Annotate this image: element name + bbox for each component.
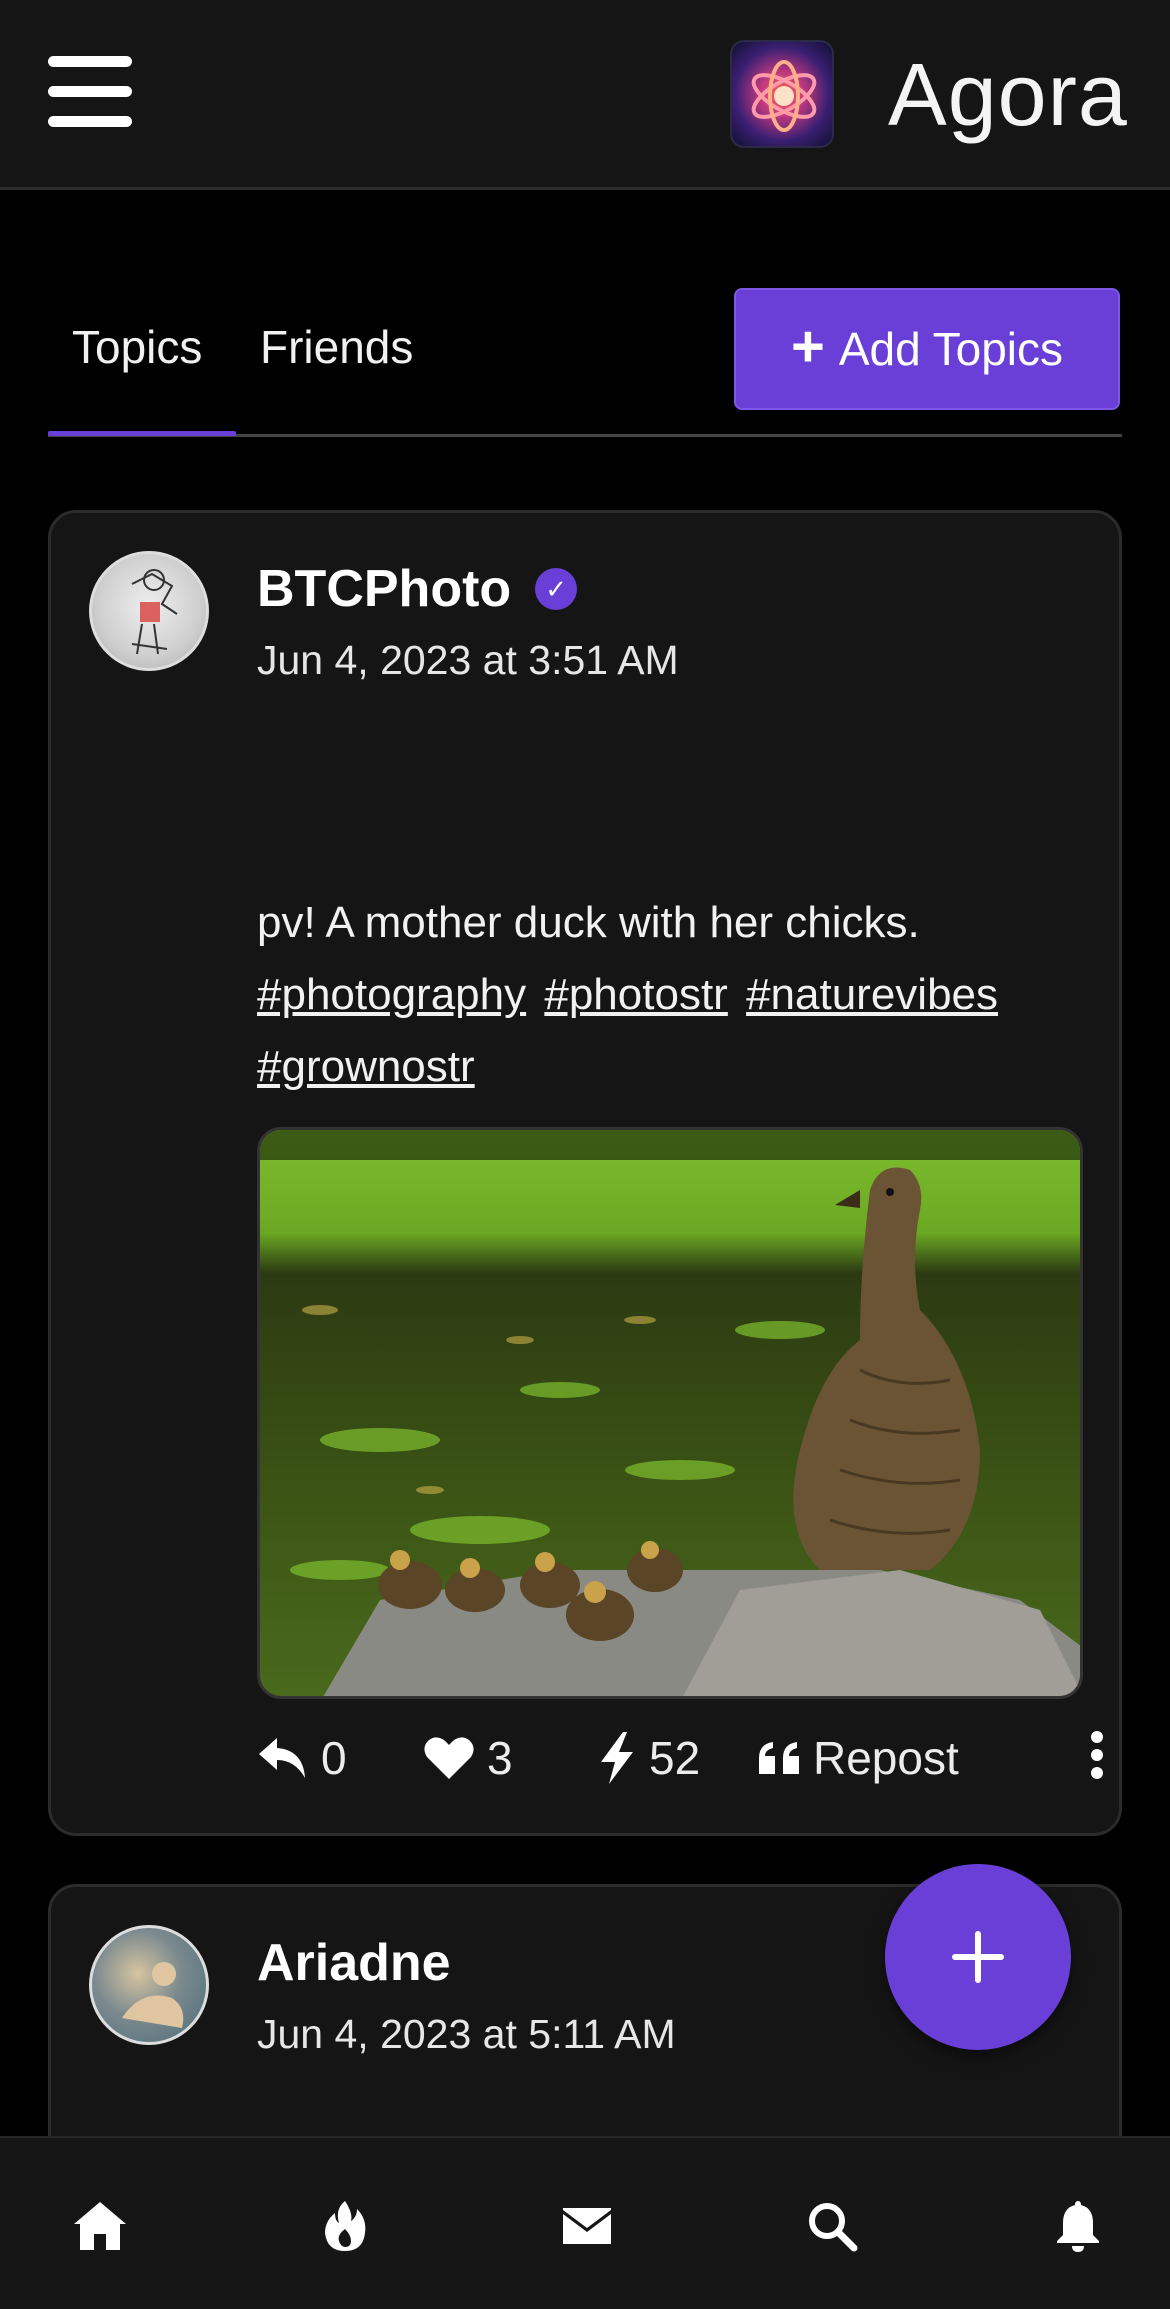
active-tab-indicator (48, 431, 236, 436)
more-options-button[interactable] (1089, 1731, 1105, 1779)
new-post-fab[interactable] (885, 1864, 1071, 2050)
home-icon[interactable] (68, 2194, 132, 2258)
plus-icon-stroke (975, 1931, 981, 1983)
plus-icon: + (790, 314, 825, 379)
app-header: Agora (0, 0, 1170, 190)
reply-icon (259, 1738, 305, 1778)
mail-icon[interactable] (555, 2194, 619, 2258)
app-title: Agora (888, 45, 1128, 144)
like-count: 3 (487, 1732, 513, 1784)
add-topics-label: Add Topics (838, 323, 1064, 375)
reply-button[interactable]: 0 (257, 1731, 347, 1785)
fire-icon[interactable] (313, 2194, 377, 2258)
hashtag-link[interactable]: #grownostr (257, 1042, 475, 1091)
bell-icon[interactable] (1046, 2194, 1110, 2258)
tab-friends[interactable]: Friends (260, 320, 413, 374)
hashtag-link[interactable]: #photostr (544, 970, 727, 1019)
hashtag-link[interactable]: #photography (257, 970, 526, 1019)
zap-count: 52 (649, 1732, 701, 1784)
hamburger-icon[interactable] (48, 56, 132, 128)
hashtag-link[interactable]: #naturevibes (746, 970, 998, 1019)
tab-bar: Topics Friends + Add Topics (48, 280, 1122, 438)
avatar[interactable] (89, 1925, 209, 2045)
add-topics-button[interactable]: + Add Topics (734, 288, 1120, 410)
post-card: BTCPhoto ✓ Jun 4, 2023 at 3:51 AM pv! A … (48, 510, 1122, 1836)
quote-icon (759, 1742, 799, 1774)
repost-label: Repost (813, 1732, 959, 1784)
post-actions: 0 3 52 Repost (257, 1731, 1103, 1801)
avatar[interactable] (89, 551, 209, 671)
more-vertical-icon (1091, 1731, 1103, 1779)
verified-badge-icon: ✓ (535, 568, 578, 610)
agora-logo-icon (730, 40, 834, 148)
zap-button[interactable]: 52 (597, 1731, 700, 1785)
lightning-icon (601, 1732, 633, 1784)
post-timestamp: Jun 4, 2023 at 3:51 AM (257, 637, 679, 683)
tab-topics[interactable]: Topics (72, 320, 202, 374)
post-content: pv! A mother duck with her chicks. #phot… (257, 887, 1087, 1103)
like-button[interactable]: 3 (423, 1731, 513, 1785)
post-author[interactable]: Ariadne (257, 1933, 451, 1993)
search-icon[interactable] (800, 2194, 864, 2258)
post-timestamp: Jun 4, 2023 at 5:11 AM (257, 2011, 676, 2057)
reply-count: 0 (321, 1732, 347, 1784)
bottom-navigation (0, 2136, 1170, 2309)
heart-icon (424, 1737, 474, 1779)
repost-button[interactable]: Repost (757, 1731, 959, 1785)
duck-photo-image[interactable] (257, 1127, 1083, 1699)
author-name: Ariadne (257, 1934, 451, 1992)
post-author[interactable]: BTCPhoto ✓ (257, 559, 578, 619)
hashtag-list: #photography #photostr #naturevibes #gro… (257, 959, 1087, 1103)
post-text: pv! A mother duck with her chicks. (257, 898, 920, 947)
author-name: BTCPhoto (257, 560, 512, 618)
